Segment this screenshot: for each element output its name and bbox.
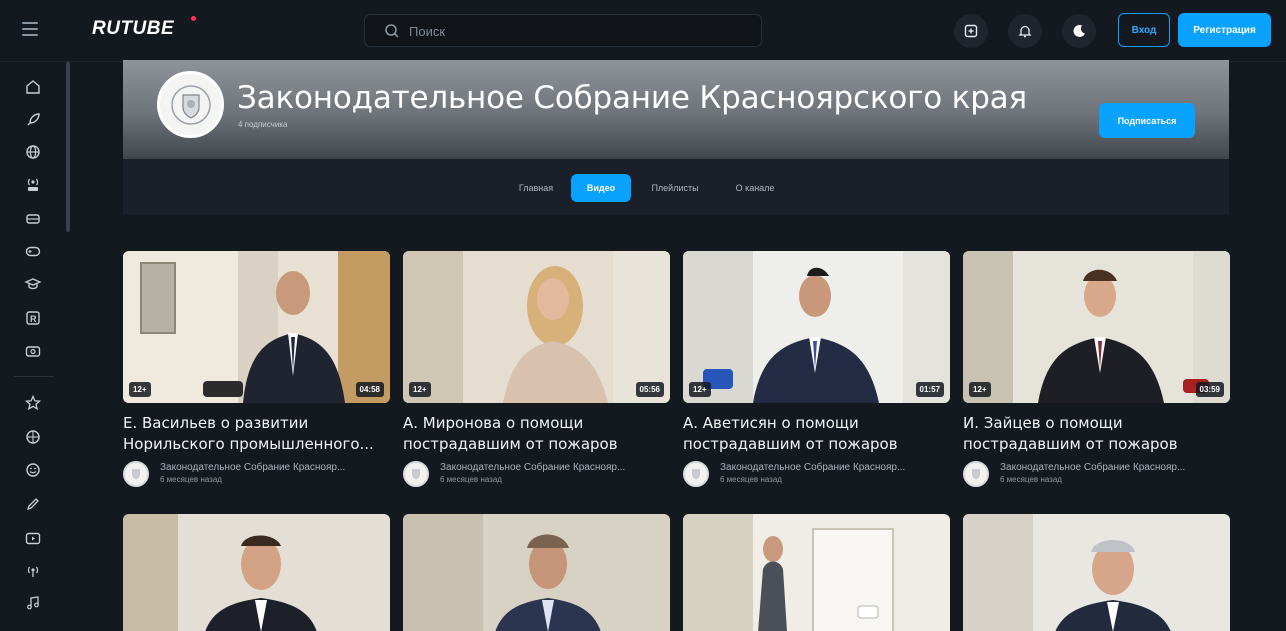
video-thumbnail[interactable] xyxy=(123,514,390,631)
video-thumbnail[interactable]: 12+ 04:58 xyxy=(123,251,390,403)
star-icon[interactable] xyxy=(22,392,44,414)
pen-icon[interactable] xyxy=(22,493,44,515)
video-thumbnail[interactable] xyxy=(963,514,1230,631)
moon-icon xyxy=(1073,24,1085,37)
r-box-icon[interactable]: R xyxy=(22,307,44,329)
rocket-icon[interactable] xyxy=(22,109,44,131)
channel-name[interactable]: Законодательное Собрание Краснояр... xyxy=(1000,462,1230,473)
channel-avatar-small[interactable] xyxy=(683,461,709,487)
age-rating-badge: 12+ xyxy=(689,382,711,397)
svg-text:R: R xyxy=(30,314,37,324)
sidebar: R xyxy=(0,62,70,631)
broadcast-icon[interactable] xyxy=(22,560,44,582)
sidebar-divider xyxy=(14,376,54,377)
channel-avatar-small[interactable] xyxy=(123,461,149,487)
duration-badge: 04:58 xyxy=(355,382,384,397)
gamepad-icon[interactable] xyxy=(22,240,44,262)
video-thumbnail[interactable] xyxy=(683,514,950,631)
tab-main[interactable]: Главная xyxy=(508,174,564,202)
age-rating-badge: 12+ xyxy=(129,382,151,397)
channel-avatar-small[interactable] xyxy=(963,461,989,487)
coat-of-arms-icon xyxy=(692,469,700,480)
live-icon[interactable] xyxy=(22,173,44,195)
video-date: 6 месяцев назад xyxy=(720,475,782,484)
tab-about[interactable]: О канале xyxy=(722,174,788,202)
age-rating-badge: 12+ xyxy=(969,382,991,397)
tab-playlists[interactable]: Плейлисты xyxy=(638,174,712,202)
search-icon xyxy=(385,24,399,38)
tv-icon[interactable] xyxy=(22,340,44,362)
video-thumbnail[interactable]: 12+ 03:59 xyxy=(963,251,1230,403)
subscriber-count: 4 подписчика xyxy=(238,120,288,129)
register-button[interactable]: Регистрация xyxy=(1178,13,1271,47)
video-title[interactable]: А. Миронова о помощи пострадавшим от пож… xyxy=(403,413,665,455)
video-card[interactable]: 12+ 03:59 И. Зайцев о помощи пострадавши… xyxy=(963,251,1230,491)
video-title[interactable]: А. Аветисян о помощи пострадавшим от пож… xyxy=(683,413,945,455)
theme-toggle-button[interactable] xyxy=(1062,14,1096,48)
duration-badge: 03:59 xyxy=(1195,382,1224,397)
duration-badge: 01:57 xyxy=(915,382,944,397)
menu-icon[interactable] xyxy=(22,22,38,36)
coat-of-arms-icon xyxy=(972,469,980,480)
video-card[interactable]: 12+ 04:58 Е. Васильев о развитии Норильс… xyxy=(123,251,390,491)
logo[interactable]: RUTUBE xyxy=(92,18,174,40)
video-card[interactable]: 12+ 01:57 А. Аветисян о помощи пострадав… xyxy=(683,251,950,491)
tv-play-icon[interactable] xyxy=(22,527,44,549)
video-card[interactable]: 12+ 05:56 А. Миронова о помощи пострадав… xyxy=(403,251,670,491)
coat-of-arms-icon xyxy=(412,469,420,480)
logo-dot xyxy=(191,16,196,21)
video-date: 6 месяцев назад xyxy=(160,475,222,484)
video-thumbnail[interactable]: 12+ 05:56 xyxy=(403,251,670,403)
channel-title: Законодательное Собрание Красноярского к… xyxy=(237,80,1027,116)
upload-icon xyxy=(964,24,978,38)
video-thumbnail[interactable] xyxy=(403,514,670,631)
channel-avatar[interactable] xyxy=(157,71,224,138)
coat-of-arms-icon xyxy=(132,469,140,480)
top-bar: RUTUBE Вход Регистрация xyxy=(0,0,1286,62)
channel-name[interactable]: Законодательное Собрание Краснояр... xyxy=(160,462,390,473)
tab-videos[interactable]: Видео xyxy=(571,174,631,202)
channel-name[interactable]: Законодательное Собрание Краснояр... xyxy=(720,462,950,473)
age-rating-badge: 12+ xyxy=(409,382,431,397)
video-title[interactable]: И. Зайцев о помощи пострадавшим от пожар… xyxy=(963,413,1225,455)
coat-of-arms-icon xyxy=(170,84,211,125)
video-date: 6 месяцев назад xyxy=(440,475,502,484)
home-icon[interactable] xyxy=(22,76,44,98)
graduation-cap-icon[interactable] xyxy=(22,273,44,295)
channel-name[interactable]: Законодательное Собрание Краснояр... xyxy=(440,462,670,473)
video-date: 6 месяцев назад xyxy=(1000,475,1062,484)
bell-icon xyxy=(1018,25,1032,38)
music-icon[interactable] xyxy=(22,592,44,614)
duration-badge: 05:56 xyxy=(635,382,664,397)
video-thumbnail[interactable]: 12+ 01:57 xyxy=(683,251,950,403)
login-button[interactable]: Вход xyxy=(1118,13,1170,47)
search-input[interactable] xyxy=(409,21,739,41)
notifications-button[interactable] xyxy=(1008,14,1042,48)
car-icon[interactable] xyxy=(22,207,44,229)
channel-avatar-small[interactable] xyxy=(403,461,429,487)
upload-button[interactable] xyxy=(954,14,988,48)
sidebar-scrollbar[interactable] xyxy=(66,62,70,232)
globe-icon[interactable] xyxy=(22,141,44,163)
smile-icon[interactable] xyxy=(22,459,44,481)
subscribe-button[interactable]: Подписаться xyxy=(1099,103,1195,138)
basketball-icon[interactable] xyxy=(22,426,44,448)
video-title[interactable]: Е. Васильев о развитии Норильского промы… xyxy=(123,413,385,455)
search-box[interactable] xyxy=(364,14,762,47)
